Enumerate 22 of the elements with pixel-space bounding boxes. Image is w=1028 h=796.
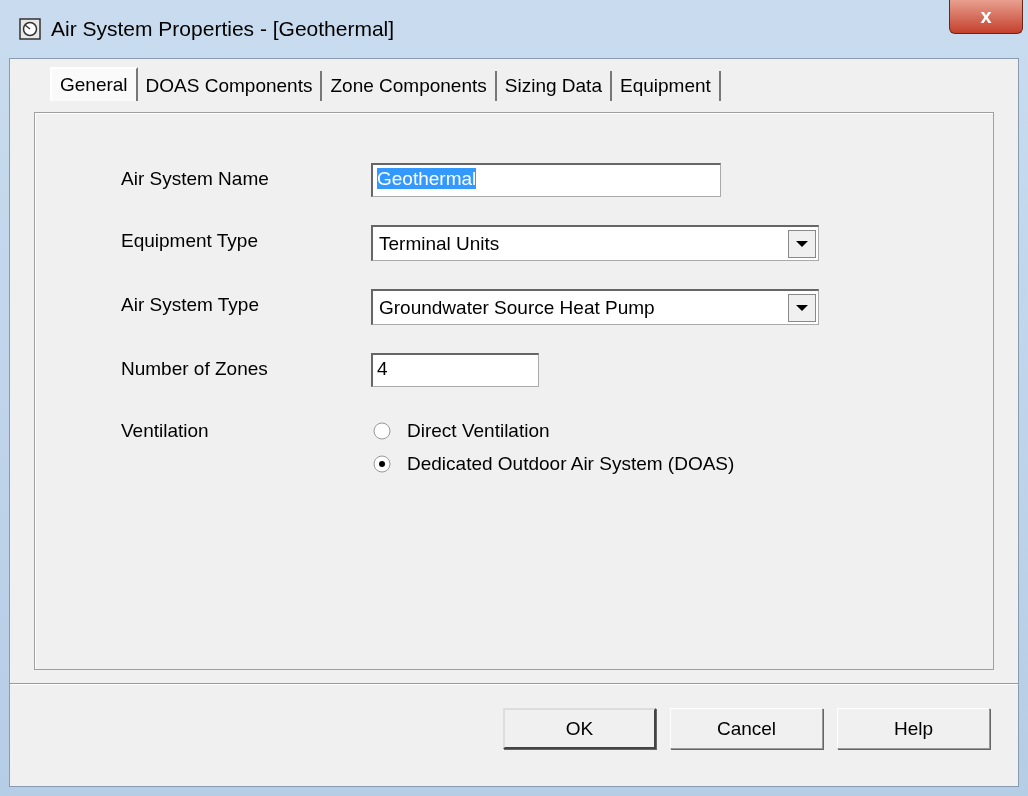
dialog-button[interactable]: Cancel bbox=[670, 708, 823, 749]
dialog-button[interactable]: OK bbox=[503, 708, 656, 749]
dropdown-field[interactable]: Terminal Units bbox=[371, 225, 819, 261]
window-title: Air System Properties - [Geothermal] bbox=[51, 17, 396, 41]
field-label: Air System Type bbox=[121, 293, 259, 317]
field-label: Equipment Type bbox=[121, 229, 258, 253]
tab[interactable]: Zone Components bbox=[322, 71, 497, 101]
field-label: Ventilation bbox=[121, 419, 209, 443]
input-field[interactable]: 4 bbox=[371, 353, 539, 387]
tab[interactable]: Sizing Data bbox=[496, 71, 612, 101]
tab[interactable]: Equipment bbox=[611, 71, 721, 101]
dropdown-field[interactable]: Groundwater Source Heat Pump bbox=[371, 289, 819, 325]
tab[interactable]: DOAS Components bbox=[137, 71, 323, 101]
app-icon bbox=[19, 18, 41, 40]
dialog-button[interactable]: Help bbox=[837, 708, 990, 749]
radio-button[interactable] bbox=[373, 422, 391, 440]
tab[interactable]: General bbox=[50, 67, 138, 101]
radio-label[interactable]: Direct Ventilation bbox=[407, 419, 550, 443]
field-label: Number of Zones bbox=[121, 357, 268, 381]
radio-label[interactable]: Dedicated Outdoor Air System (DOAS) bbox=[407, 452, 735, 476]
field-label: Air System Name bbox=[121, 167, 269, 191]
radio-button[interactable] bbox=[373, 455, 391, 473]
